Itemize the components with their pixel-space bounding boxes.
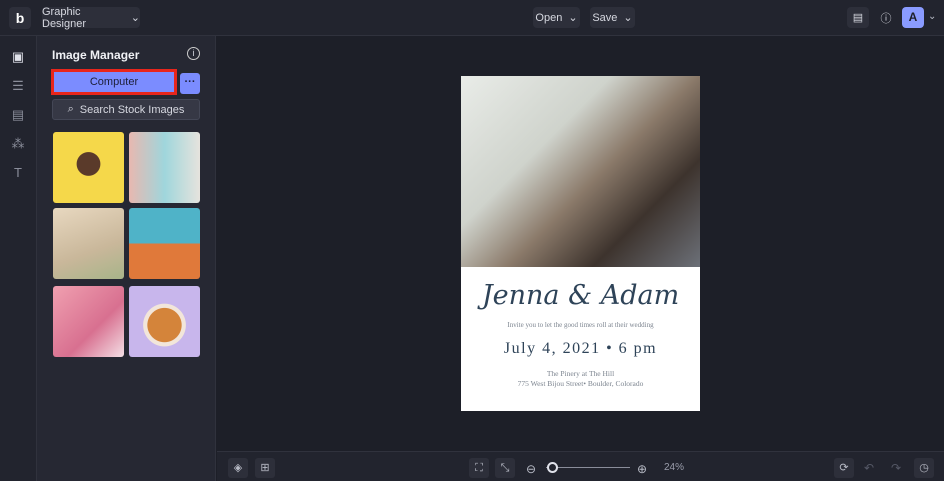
couple-names[interactable]: Jenna & Adam (461, 280, 700, 311)
chevron-down-icon: ⌄ (130, 12, 140, 24)
help-icon[interactable]: ⓘ (876, 7, 896, 28)
search-stock-images-button[interactable]: ⌕ Search Stock Images (52, 99, 200, 120)
app-logo[interactable]: b (9, 7, 31, 29)
app-menu-label: Graphic Designer (42, 5, 87, 30)
stock-image-thumb[interactable] (53, 132, 124, 203)
zoom-slider[interactable] (546, 462, 630, 473)
search-label: Search Stock Images (79, 103, 185, 116)
chevron-down-icon: ⌄ (568, 12, 578, 24)
invitation-document[interactable]: Jenna & Adam Invite you to let the good … (461, 76, 700, 411)
zoom-slider-handle[interactable] (547, 462, 558, 473)
design-canvas: Jenna & Adam Invite you to let the good … (217, 36, 944, 451)
stock-image-thumb[interactable] (53, 208, 124, 279)
undo-icon[interactable]: ↶ (864, 461, 874, 475)
address[interactable]: 775 West Bijou Street• Boulder, Colorado (461, 379, 700, 388)
search-icon: ⌕ (67, 103, 74, 115)
save-label: Save (592, 11, 618, 24)
top-bar: b Graphic Designer ⌄ Open ⌄ Save ⌄ ▤ ⓘ A ⌄ (0, 0, 944, 36)
open-label: Open (535, 11, 563, 24)
tool-rail: ▣ ☰ ▤ ⁂ T (0, 36, 37, 481)
stock-image-thumb[interactable] (129, 286, 200, 357)
zoom-out-icon[interactable]: ⊖ (526, 462, 536, 476)
more-options-button[interactable]: ··· (180, 73, 200, 94)
panel-title: Image Manager (52, 48, 140, 62)
save-button[interactable]: Save ⌄ (590, 7, 635, 28)
app-menu-button[interactable]: Graphic Designer ⌄ (42, 5, 140, 30)
couple-photo[interactable] (461, 76, 700, 267)
comments-icon[interactable]: ▤ (847, 7, 869, 28)
refresh-icon[interactable]: ⟳ (834, 458, 854, 478)
layers-icon[interactable]: ◈ (228, 458, 248, 478)
open-button[interactable]: Open ⌄ (533, 7, 580, 28)
elements-icon[interactable]: ⁂ (11, 137, 25, 151)
image-icon[interactable]: ▣ (11, 50, 25, 64)
bottom-toolbar: ◈ ⊞ ⛶ ⤡ ⊖ ⊕ 24% ⟳ ↶ ↷ ◷ (217, 451, 944, 481)
stock-image-thumb[interactable] (53, 286, 124, 357)
redo-icon[interactable]: ↷ (891, 461, 901, 475)
zoom-level: 24% (664, 462, 685, 473)
venue[interactable]: The Pinery at The Hill (461, 369, 700, 378)
text-icon[interactable]: T (11, 166, 25, 180)
stock-image-thumb[interactable] (129, 132, 200, 203)
history-icon[interactable]: ◷ (914, 458, 934, 478)
info-icon[interactable]: i (187, 47, 200, 60)
chevron-down-icon[interactable]: ⌄ (928, 11, 936, 22)
shrink-icon[interactable]: ⤡ (495, 458, 515, 478)
computer-upload-button[interactable]: Computer (51, 69, 177, 95)
event-date[interactable]: July 4, 2021 • 6 pm (461, 340, 700, 358)
avatar[interactable]: A (902, 7, 924, 28)
grid-icon[interactable]: ⊞ (255, 458, 275, 478)
image-manager-panel: Image Manager i Computer ··· ⌕ Search Sto… (37, 36, 216, 481)
invite-line[interactable]: Invite you to let the good times roll at… (461, 321, 700, 329)
zoom-in-icon[interactable]: ⊕ (637, 462, 647, 476)
chevron-down-icon: ⌄ (623, 12, 633, 24)
layout-icon[interactable]: ▤ (11, 108, 25, 122)
fit-screen-icon[interactable]: ⛶ (469, 458, 489, 478)
adjust-icon[interactable]: ☰ (11, 79, 25, 93)
stock-image-thumb[interactable] (129, 208, 200, 279)
